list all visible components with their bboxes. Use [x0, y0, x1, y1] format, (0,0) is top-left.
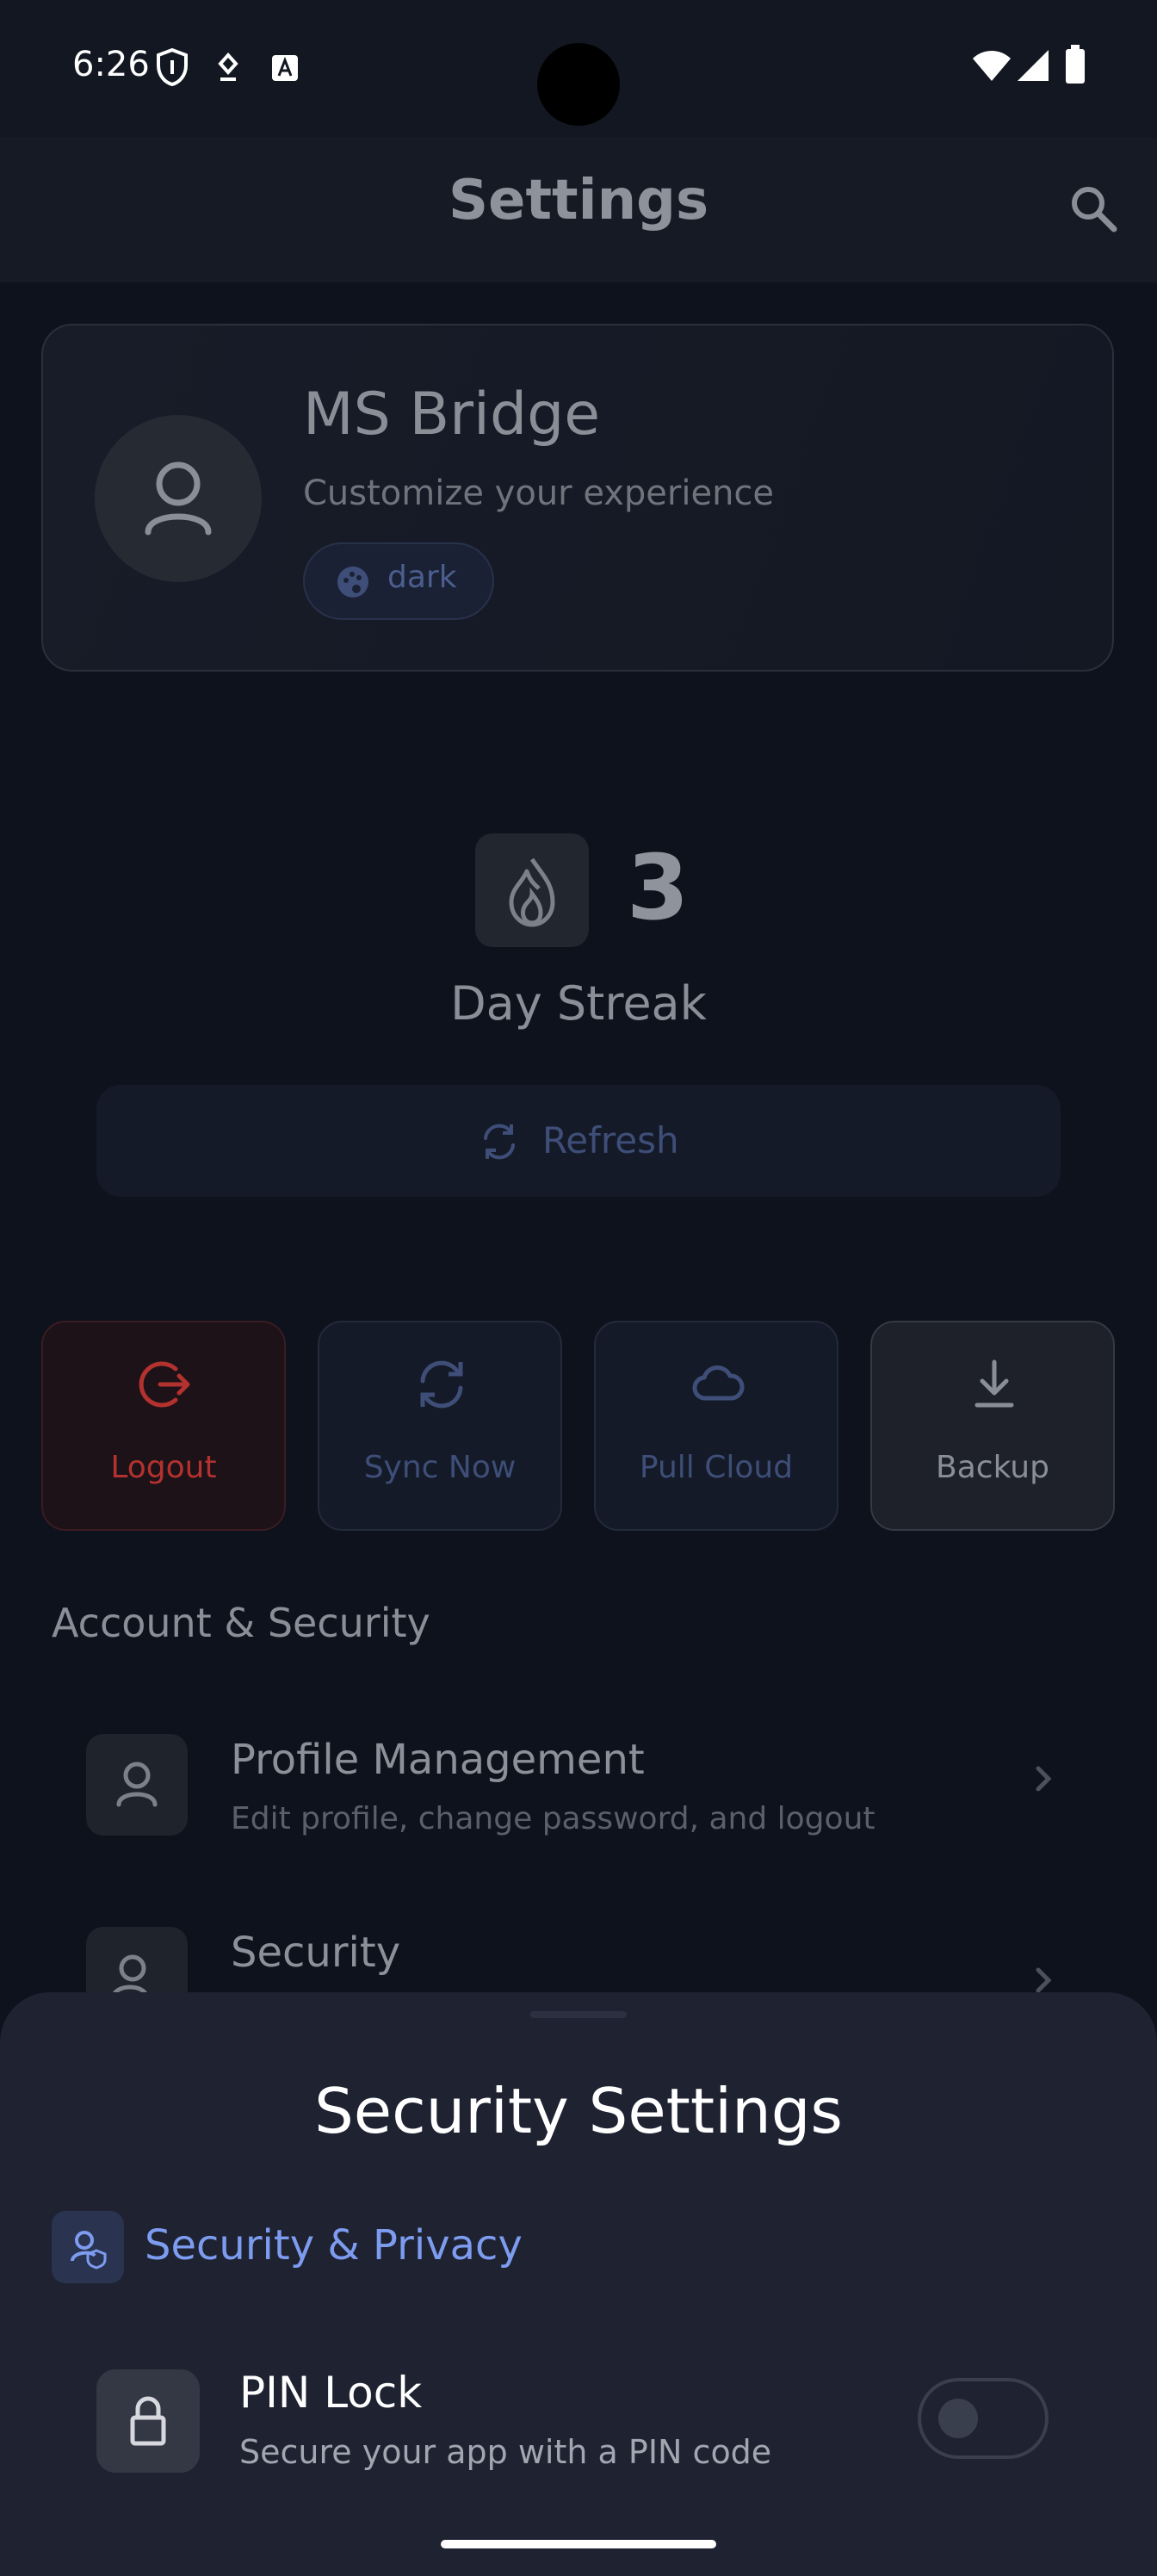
logout-icon	[139, 1361, 190, 1408]
pin-lock-toggle[interactable]	[918, 2378, 1049, 2459]
streak-count: 3	[627, 835, 690, 940]
profile-item-icon-box	[86, 1734, 188, 1836]
download-icon	[974, 1359, 1014, 1408]
palette-icon	[336, 565, 370, 603]
sheet-drag-handle[interactable]	[530, 2011, 627, 2018]
streak-icon-box	[475, 833, 589, 947]
sync-now-button[interactable]: Sync Now	[318, 1321, 562, 1531]
pin-lock-title: PIN Lock	[239, 2368, 423, 2418]
gesture-nav-bar[interactable]	[441, 2540, 716, 2548]
refresh-icon	[479, 1121, 520, 1166]
cellular-signal-icon	[1016, 48, 1050, 86]
front-camera	[537, 43, 620, 126]
battery-icon	[1064, 45, 1086, 88]
profile-subtitle: Customize your experience	[303, 474, 775, 513]
logout-label: Logout	[110, 1450, 217, 1485]
security-privacy-label: Security & Privacy	[145, 2221, 523, 2269]
pull-cloud-button[interactable]: Pull Cloud	[594, 1321, 838, 1531]
security-title: Security	[231, 1929, 401, 1977]
user-icon	[116, 1762, 158, 1807]
user-icon	[145, 461, 212, 536]
wifi-icon	[971, 48, 1012, 86]
search-icon[interactable]	[1067, 183, 1119, 238]
shield-status-icon	[155, 47, 189, 90]
logout-button[interactable]: Logout	[41, 1321, 286, 1531]
cloud-icon	[692, 1365, 745, 1401]
flame-icon	[509, 858, 555, 927]
profile-management-title: Profile Management	[231, 1736, 645, 1784]
lock-icon	[130, 2396, 166, 2446]
profile-name: MS Bridge	[303, 381, 601, 449]
avatar	[95, 415, 262, 582]
pull-cloud-label: Pull Cloud	[639, 1450, 794, 1485]
backup-button[interactable]: Backup	[870, 1321, 1115, 1531]
profile-management-subtitle: Edit profile, change password, and logou…	[231, 1801, 875, 1836]
security-privacy-icon-box	[52, 2211, 124, 2283]
pin-lock-toggle-knob	[938, 2399, 978, 2438]
page-title: Settings	[448, 169, 709, 232]
theme-chip-label: dark	[387, 560, 457, 595]
refresh-label: Refresh	[542, 1119, 679, 1161]
chevron-right-icon	[1031, 1762, 1055, 1805]
streak-label: Day Streak	[450, 976, 707, 1031]
section-title-account-security: Account & Security	[52, 1600, 430, 1646]
backup-label: Backup	[936, 1450, 1049, 1485]
status-time: 6:26	[72, 45, 150, 84]
sync-now-label: Sync Now	[363, 1450, 517, 1485]
notification-status-icon	[215, 52, 241, 86]
keyboard-status-icon	[270, 53, 300, 86]
sync-icon	[420, 1360, 463, 1409]
user-shield-icon	[71, 2231, 107, 2269]
pin-lock-icon-box	[96, 2369, 200, 2473]
sheet-title: Security Settings	[314, 2075, 843, 2147]
pin-lock-subtitle: Secure your app with a PIN code	[239, 2433, 772, 2471]
